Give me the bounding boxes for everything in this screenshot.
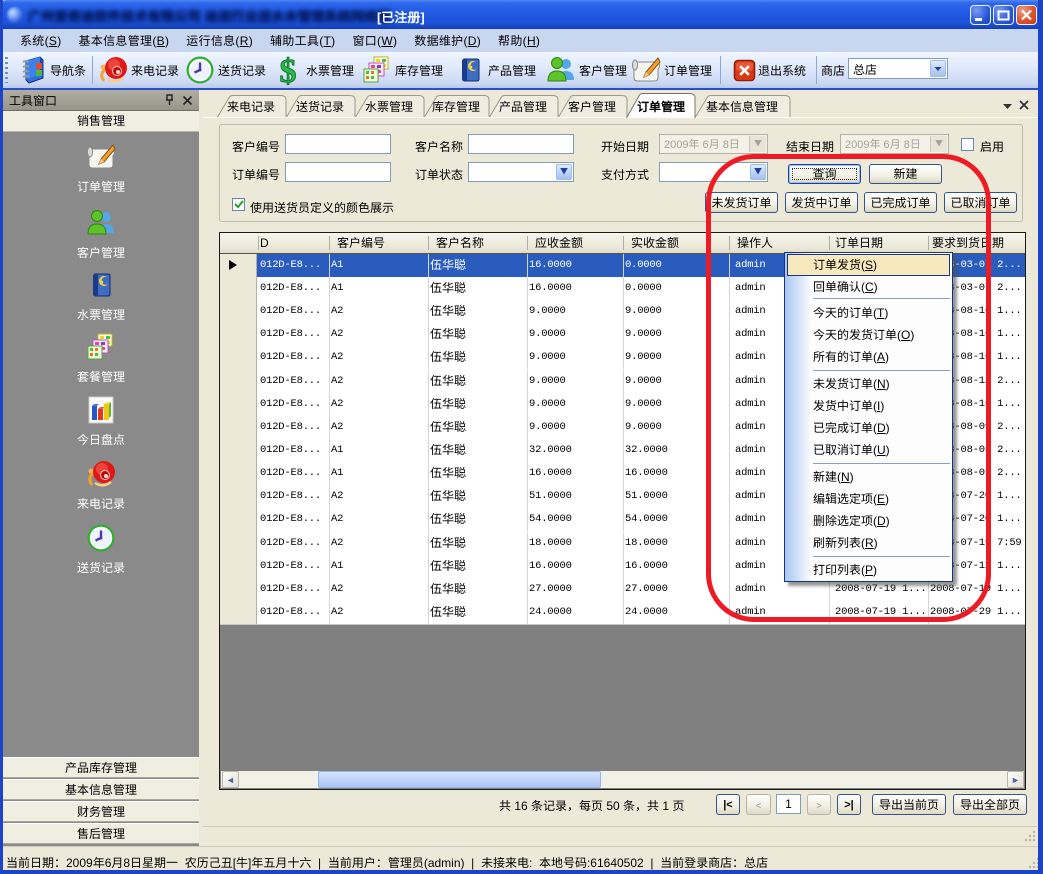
svg-text:送货记录: 送货记录	[296, 98, 344, 115]
svg-text:订单管理: 订单管理	[637, 98, 685, 115]
svg-text:库存管理: 库存管理	[432, 98, 480, 115]
svg-text:客户管理: 客户管理	[568, 98, 616, 115]
svg-text:$: $	[280, 54, 297, 86]
svg-text:来电记录: 来电记录	[227, 98, 275, 115]
svg-text:基本信息管理: 基本信息管理	[706, 98, 778, 115]
svg-text:产品管理: 产品管理	[499, 98, 547, 115]
svg-text:水票管理: 水票管理	[365, 98, 413, 115]
